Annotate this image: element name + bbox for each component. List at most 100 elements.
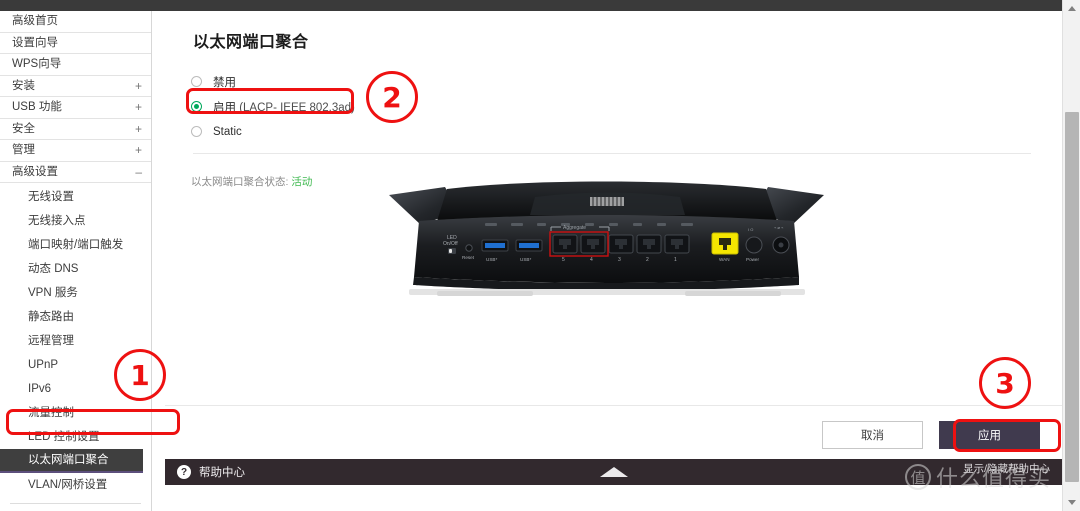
sidebar-subitem-11[interactable]: 以太网端口聚合	[0, 449, 143, 473]
sidebar-subitem-label: IPv6	[28, 383, 52, 395]
svg-text:USB*: USB*	[520, 257, 531, 262]
sidebar-subitem-label: 动态 DNS	[28, 263, 79, 275]
sidebar-item-1[interactable]: 设置向导	[0, 32, 151, 54]
sidebar-subitem-6[interactable]: 远程管理	[0, 329, 151, 353]
sidebar-subitem-label: 端口映射/端口触发	[28, 239, 124, 251]
radio-option-label: 禁用	[213, 74, 236, 90]
sidebar-subitem-9[interactable]: 流量控制	[0, 401, 151, 425]
sidebar-item-6[interactable]: 管理 +	[0, 140, 151, 162]
sidebar-item-label: USB 功能	[12, 101, 62, 113]
scrollbar-thumb[interactable]	[1065, 112, 1079, 482]
radio-option-2[interactable]: Static	[191, 119, 355, 144]
page-title: 以太网端口聚合	[193, 34, 309, 51]
svg-text:Aggregate: Aggregate	[563, 225, 586, 231]
expand-icon[interactable]: +	[135, 119, 142, 141]
svg-text:WAN: WAN	[719, 257, 730, 262]
chevron-up-icon[interactable]	[599, 467, 628, 477]
sidebar-item-label: 管理	[12, 144, 35, 156]
radio-option-note: (LACP- IEEE 802.3ad)	[236, 101, 355, 114]
aggregation-mode-radio-group: 禁用启用 (LACP- IEEE 802.3ad) Static	[191, 69, 355, 144]
content-divider-bottom	[165, 405, 1062, 406]
radio-option-name: Static	[213, 125, 242, 138]
collapse-icon[interactable]: –	[135, 162, 142, 184]
radio-selected-icon[interactable]	[191, 101, 202, 112]
sidebar-subitem-4[interactable]: VPN 服务	[0, 281, 151, 305]
sidebar-item-label: 安全	[12, 122, 35, 135]
annotation-marker-2: 2	[366, 71, 418, 123]
scroll-down-arrow-icon[interactable]	[1067, 500, 1076, 505]
svg-text:1: 1	[674, 257, 677, 263]
svg-text:On/Off: On/Off	[443, 241, 458, 247]
sidebar-subitem-0[interactable]: 无线设置	[0, 185, 151, 209]
radio-option-name: 禁用	[213, 76, 236, 89]
watermark-text: 什么值得买	[936, 466, 1052, 491]
sidebar-subitem-label: 静态路由	[28, 311, 74, 323]
aggregation-status-label: 以太网端口聚合状态:	[191, 176, 289, 188]
question-mark-icon: ?	[177, 465, 191, 479]
sidebar-item-label: 高级首页	[12, 15, 58, 27]
aggregation-status: 以太网端口聚合状态: 活动	[191, 174, 312, 189]
vertical-scrollbar[interactable]	[1062, 0, 1080, 511]
watermark: 值 什么值得买	[905, 461, 1051, 493]
sidebar-subitem-3[interactable]: 动态 DNS	[0, 257, 151, 281]
svg-text:USB*: USB*	[486, 257, 497, 262]
sidebar-item-2[interactable]: WPS向导	[0, 54, 151, 76]
sidebar-subitem-label: UPnP	[28, 359, 59, 371]
sidebar-subitem-10[interactable]: LED 控制设置	[0, 425, 151, 449]
expand-icon[interactable]: +	[135, 97, 142, 119]
sidebar-subitem-5[interactable]: 静态路由	[0, 305, 151, 329]
svg-text:Reset: Reset	[462, 255, 475, 260]
sidebar-subitem-2[interactable]: 端口映射/端口触发	[0, 233, 151, 257]
svg-text:Power: Power	[746, 257, 759, 262]
radio-unselected-icon[interactable]	[191, 76, 202, 87]
sidebar-item-label: 设置向导	[12, 36, 58, 49]
sidebar-item-0[interactable]: 高级首页	[0, 11, 151, 33]
radio-option-0[interactable]: 禁用	[191, 69, 355, 94]
sidebar-item-label: 安装	[12, 79, 35, 92]
annotation-marker-1: 1	[114, 349, 166, 401]
radio-option-label: 启用 (LACP- IEEE 802.3ad)	[213, 99, 355, 115]
router-rear-panel-image: LED On/Off Reset USB* USB* Aggregate 5 4…	[385, 181, 828, 306]
svg-text:⌁ ⌀ ⌁: ⌁ ⌀ ⌁	[774, 225, 784, 230]
annotation-marker-3: 3	[979, 357, 1031, 409]
aggregation-status-value: 活动	[291, 176, 313, 188]
sidebar-item-7[interactable]: 高级设置 –	[0, 161, 151, 184]
app-window: 高级首页设置向导 WPS向导安装 + USB 功能 + 安全 + 管理 + 高级设置 – 无线设置无…	[0, 0, 1080, 511]
svg-text:4: 4	[590, 257, 593, 263]
svg-text:3: 3	[618, 257, 621, 263]
svg-text:I O: I O	[748, 227, 753, 232]
top-dark-bar	[0, 0, 1062, 11]
radio-option-1[interactable]: 启用 (LACP- IEEE 802.3ad)	[191, 94, 355, 119]
radio-unselected-icon[interactable]	[191, 126, 202, 137]
sidebar-subitem-label: VPN 服务	[28, 287, 78, 299]
sidebar-item-label: WPS向导	[12, 58, 62, 70]
scroll-up-arrow-icon[interactable]	[1067, 6, 1076, 11]
sidebar-item-4[interactable]: USB 功能 +	[0, 97, 151, 119]
sidebar-divider	[10, 503, 141, 504]
svg-text:5: 5	[562, 257, 565, 263]
help-center-title: 帮助中心	[199, 467, 245, 479]
svg-text:2: 2	[646, 257, 649, 263]
expand-icon[interactable]: +	[135, 76, 142, 98]
radio-option-name: 启用	[213, 101, 236, 114]
content-divider-top	[193, 153, 1031, 154]
expand-icon[interactable]: +	[135, 140, 142, 162]
sidebar-subitem-1[interactable]: 无线接入点	[0, 209, 151, 233]
radio-option-label: Static	[213, 126, 242, 138]
sidebar-navigation: 高级首页设置向导 WPS向导安装 + USB 功能 + 安全 + 管理 + 高级设置 – 无线设置无…	[0, 11, 152, 511]
action-button-row: 取消 应用	[822, 421, 1040, 449]
sidebar-item-3[interactable]: 安装 +	[0, 75, 151, 98]
main-content: 以太网端口聚合 禁用 启用 (LACP- IEEE 802.3ad) Static …	[153, 11, 1062, 511]
sidebar-subitem-label: 无线接入点	[28, 215, 86, 227]
watermark-badge: 值	[905, 464, 931, 490]
cancel-button[interactable]: 取消	[822, 421, 923, 449]
sidebar-item-5[interactable]: 安全 +	[0, 118, 151, 141]
sidebar-subitem-12[interactable]: VLAN/网桥设置	[0, 473, 151, 497]
sidebar-subitem-label: 远程管理	[28, 335, 74, 347]
sidebar-subitem-label: 以太网端口聚合	[28, 454, 109, 466]
sidebar-subitem-label: 流量控制	[28, 407, 74, 419]
sidebar-subitem-label: LED 控制设置	[28, 431, 100, 443]
sidebar-item-label: 高级设置	[12, 165, 58, 178]
apply-button[interactable]: 应用	[939, 421, 1040, 449]
sidebar-subitem-label: VLAN/网桥设置	[28, 479, 108, 491]
